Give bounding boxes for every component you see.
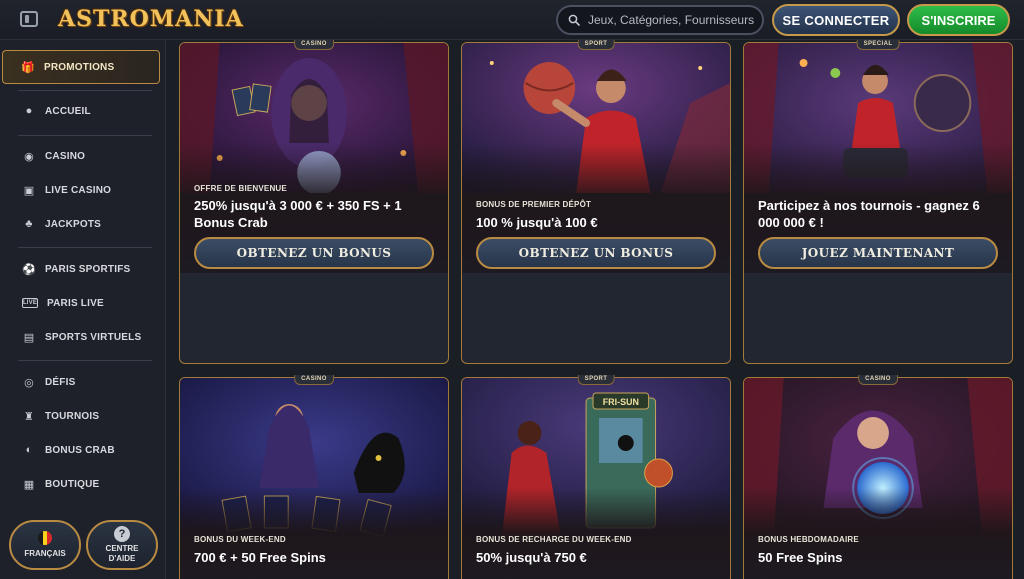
promo-title: 700 € + 50 Free Spins (194, 550, 326, 565)
trophy-icon: ♜ (23, 410, 35, 423)
promo-subtitle: BONUS HEBDOMADAIRE (758, 535, 859, 544)
corner-ornament (438, 353, 448, 363)
promo-title: 50 Free Spins (758, 550, 843, 565)
sidebar-item-label: BOUTIQUE (45, 478, 100, 490)
promo-subtitle: BONUS DE RECHARGE DU WEEK-END (476, 535, 632, 544)
promo-card-weekend[interactable]: BONUS DU WEEK-END 700 € + 50 Free Spins (179, 377, 449, 579)
divider (18, 90, 152, 91)
promo-title: 100 % jusqu'à 100 € (476, 215, 598, 230)
sidebar-item-label: PARIS SPORTIFS (45, 263, 131, 275)
sidebar-item-label: TOURNOIS (45, 410, 100, 422)
corner-ornament (744, 353, 754, 363)
category-tag: SPORT (577, 40, 615, 50)
sidebar-item-live-casino[interactable]: ▣ LIVE CASINO (0, 175, 166, 205)
home-icon: ● (25, 105, 33, 117)
gift-icon: 🎁 (21, 61, 35, 74)
sidebar-item-label: SPORTS VIRTUELS (45, 331, 142, 343)
top-header: ASTROMANIA SE CONNECTER S'INSCRIRE (0, 0, 1024, 40)
help-label-line2: D'AIDE (108, 554, 136, 563)
divider (18, 135, 152, 136)
corner-ornament (462, 353, 472, 363)
play-now-button[interactable]: JOUEZ MAINTENANT (758, 237, 998, 269)
help-question-icon: ? (114, 526, 130, 542)
divider (18, 247, 152, 248)
get-bonus-button[interactable]: OBTENEZ UN BONUS (476, 237, 716, 269)
corner-ornament (180, 353, 190, 363)
help-label-line1: CENTRE (105, 544, 139, 553)
sidebar-item-label: ACCUEIL (45, 105, 91, 117)
challenge-icon: ◎ (24, 376, 34, 389)
belgium-flag-icon (38, 531, 52, 545)
category-tag: CASINO (294, 375, 334, 385)
live-cards-icon: ▣ (23, 184, 35, 197)
corner-ornament (1002, 353, 1012, 363)
promo-card-weekly[interactable]: BONUS HEBDOMADAIRE 50 Free Spins (743, 377, 1013, 579)
virtual-sports-icon: ▤ (23, 331, 35, 344)
category-tag: CASINO (858, 375, 898, 385)
sidebar-item-sports-virtuels[interactable]: ▤ SPORTS VIRTUELS (0, 322, 166, 352)
login-button[interactable]: SE CONNECTER (772, 4, 900, 36)
sidebar-item-promotions[interactable]: 🎁 PROMOTIONS (2, 50, 160, 84)
arcade-sign-text: FRI-SUN (603, 397, 639, 407)
promo-card-tournaments[interactable]: Participez à nos tournois - gagnez 6 000… (743, 42, 1013, 364)
astromania-logo[interactable]: ASTROMANIA (58, 3, 244, 37)
sidebar-item-label: PARIS LIVE (47, 297, 104, 309)
sidebar-item-accueil[interactable]: ● ACCUEIL (0, 96, 166, 126)
sidebar-item-label: DÉFIS (45, 376, 76, 388)
search-input[interactable] (588, 13, 758, 27)
sidebar-item-paris-sportifs[interactable]: ⚽ PARIS SPORTIFS (0, 254, 166, 284)
promo-subtitle: BONUS DE PREMIER DÉPÔT (476, 200, 592, 209)
clover-icon: ♣ (25, 218, 33, 230)
corner-ornament (720, 353, 730, 363)
get-bonus-button[interactable]: OBTENEZ UN BONUS (194, 237, 434, 269)
promo-card-first-deposit[interactable]: BONUS DE PREMIER DÉPÔT 100 % jusqu'à 100… (461, 42, 731, 364)
live-badge-icon: LIVE (22, 298, 38, 308)
signup-button[interactable]: S'INSCRIRE (907, 4, 1010, 36)
sidebar: 🎁 PROMOTIONS ● ACCUEIL ◉ CASINO ▣ LIVE C… (0, 40, 166, 579)
promo-title: 250% jusqu'à 3 000 € + 350 FS + 1 Bonus … (194, 198, 402, 230)
language-label: FRANÇAIS (24, 549, 66, 558)
sidebar-item-label: PROMOTIONS (44, 61, 115, 73)
promo-title: 50% jusqu'à 750 € (476, 550, 587, 565)
language-button[interactable]: FRANÇAIS (9, 520, 81, 570)
sidebar-item-paris-live[interactable]: LIVE PARIS LIVE (0, 288, 166, 318)
shop-icon: ▦ (23, 478, 35, 491)
sidebar-item-bonus-crab[interactable]: ◐ BONUS CRAB (0, 435, 166, 465)
sidebar-item-defis[interactable]: ◎ DÉFIS (0, 367, 166, 397)
promo-title: Participez à nos tournois - gagnez 6 000… (758, 198, 980, 230)
search-icon (568, 14, 580, 26)
sidebar-toggle-icon[interactable] (20, 11, 38, 27)
category-tag: CASINO (294, 40, 334, 50)
divider (18, 360, 152, 361)
search-bar[interactable] (556, 5, 764, 35)
promo-card-weekend-reload[interactable]: FRI-SUN BONUS DE RECHARGE DU WEEK-END 50… (461, 377, 731, 579)
sidebar-item-tournois[interactable]: ♜ TOURNOIS (0, 401, 166, 431)
sidebar-item-label: JACKPOTS (45, 218, 102, 230)
sidebar-item-casino[interactable]: ◉ CASINO (0, 141, 166, 171)
sidebar-item-jackpots[interactable]: ♣ JACKPOTS (0, 209, 166, 239)
category-tag: SPORT (577, 375, 615, 385)
sidebar-item-label: BONUS CRAB (45, 444, 115, 456)
promotions-grid: OFFRE DE BIENVENUE 250% jusqu'à 3 000 € … (167, 40, 1024, 579)
soccer-ball-icon: ⚽ (22, 263, 36, 276)
promo-card-welcome[interactable]: OFFRE DE BIENVENUE 250% jusqu'à 3 000 € … (179, 42, 449, 364)
casino-chip-icon: ◉ (24, 150, 34, 163)
help-center-button[interactable]: ? CENTRE D'AIDE (86, 520, 158, 570)
sidebar-item-boutique[interactable]: ▦ BOUTIQUE (0, 469, 166, 499)
promo-subtitle: OFFRE DE BIENVENUE (194, 184, 287, 193)
promo-subtitle: BONUS DU WEEK-END (194, 535, 286, 544)
category-tag: SPECIAL (856, 40, 900, 50)
crab-icon: ◐ (25, 444, 33, 456)
sidebar-item-label: CASINO (45, 150, 86, 162)
sidebar-item-label: LIVE CASINO (45, 184, 112, 196)
